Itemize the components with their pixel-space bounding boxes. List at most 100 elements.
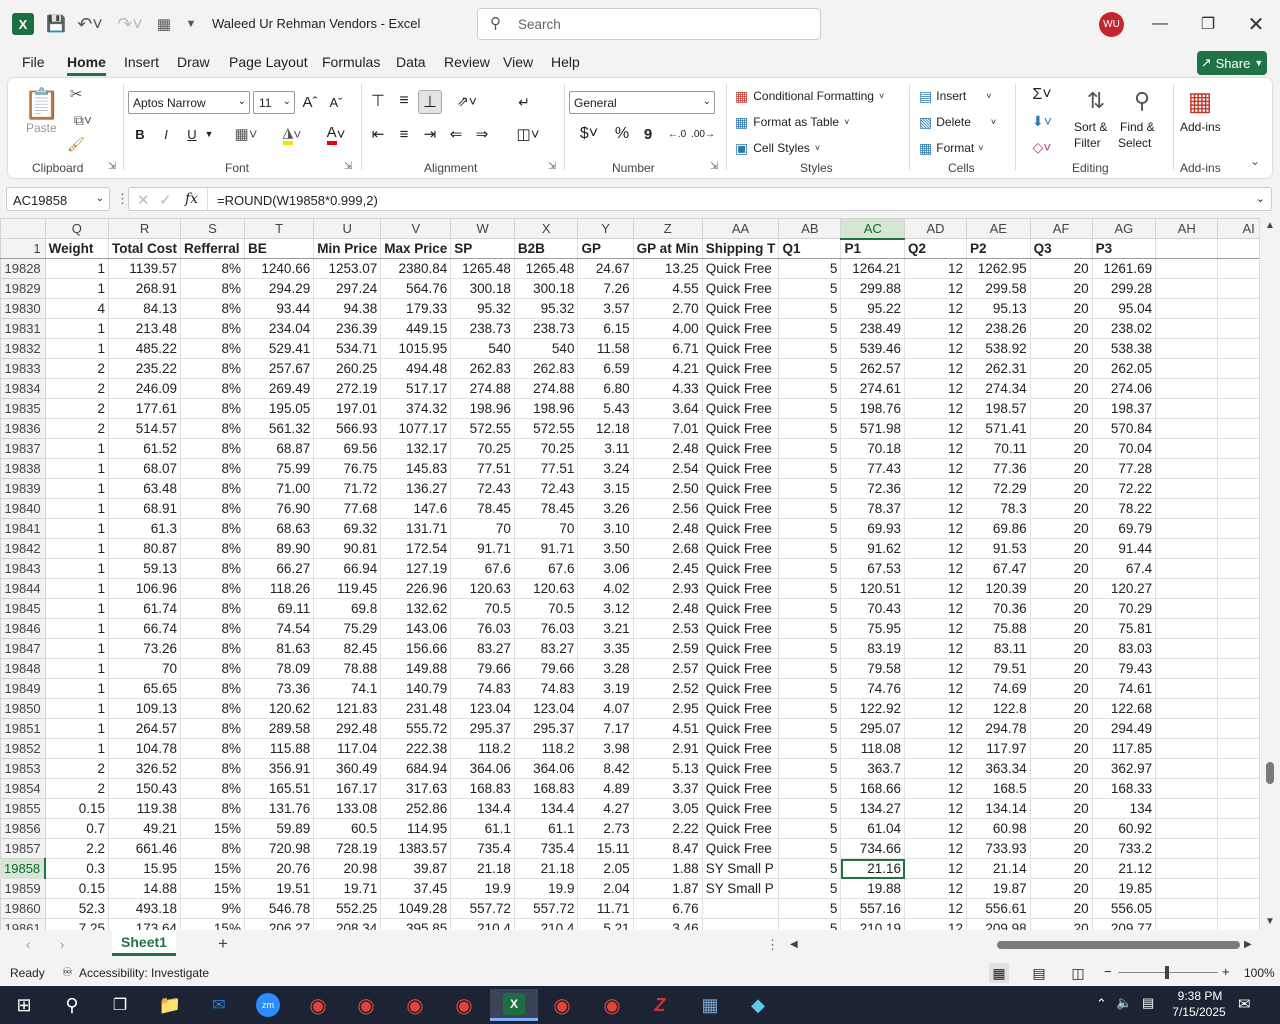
cell[interactable]: 4 xyxy=(44,298,110,319)
scroll-down-icon[interactable]: ▼ xyxy=(1265,916,1275,927)
cell[interactable]: 8.47 xyxy=(632,838,703,859)
cell[interactable]: 3.26 xyxy=(577,498,634,519)
cell[interactable]: 21.12 xyxy=(1091,858,1157,879)
cell[interactable]: 11.58 xyxy=(577,338,634,359)
cell[interactable]: 120.63 xyxy=(513,578,579,599)
cell[interactable]: Quick Free xyxy=(701,698,780,719)
cell[interactable]: 2.54 xyxy=(632,458,703,479)
row-header[interactable]: 19854 xyxy=(0,778,46,799)
cell[interactable]: 91.53 xyxy=(966,538,1031,559)
cell[interactable]: 3.35 xyxy=(577,638,634,659)
cell[interactable]: 8% xyxy=(180,538,245,559)
cell[interactable]: 67.6 xyxy=(513,558,579,579)
cell[interactable]: Quick Free xyxy=(701,778,780,799)
cell[interactable]: 8% xyxy=(180,718,245,739)
cell[interactable]: 118.26 xyxy=(243,578,315,599)
cell[interactable]: 295.37 xyxy=(513,718,579,739)
cell[interactable]: 15% xyxy=(180,878,245,899)
cell[interactable]: 246.09 xyxy=(108,378,182,399)
cell[interactable]: 1.87 xyxy=(632,878,703,899)
cell[interactable]: 1 xyxy=(44,538,110,559)
cell[interactable]: 118.2 xyxy=(513,738,579,759)
cell[interactable]: 12 xyxy=(904,318,968,339)
cell[interactable]: 3.15 xyxy=(577,478,634,499)
header-cell[interactable]: SP xyxy=(450,238,515,259)
cell[interactable]: 2.56 xyxy=(632,498,703,519)
row-header[interactable]: 19841 xyxy=(0,518,46,539)
clock-time[interactable]: 9:38 PM xyxy=(1170,989,1230,1003)
row-header[interactable]: 19851 xyxy=(0,718,46,739)
cell[interactable]: 156.66 xyxy=(380,638,452,659)
cell[interactable]: 77.51 xyxy=(450,458,515,479)
cell[interactable]: 1 xyxy=(44,338,110,359)
cell[interactable]: 118.2 xyxy=(450,738,515,759)
cell[interactable]: 12 xyxy=(904,498,968,519)
cell[interactable]: 61.04 xyxy=(840,818,906,839)
cell[interactable]: 15% xyxy=(180,918,245,930)
cell[interactable]: 493.18 xyxy=(108,898,182,919)
insert-function-icon[interactable]: fx xyxy=(185,191,198,207)
cell[interactable]: 2.91 xyxy=(632,738,703,759)
cell[interactable]: 274.34 xyxy=(966,378,1031,399)
cell[interactable]: 235.22 xyxy=(108,358,182,379)
cell[interactable]: 1 xyxy=(44,278,110,299)
cell[interactable]: 208.34 xyxy=(313,918,382,930)
orientation-icon[interactable]: ⇗˅ xyxy=(452,90,482,112)
cell[interactable]: 5 xyxy=(778,418,842,439)
cell[interactable] xyxy=(1155,698,1219,719)
cell[interactable]: Quick Free xyxy=(701,358,780,379)
cell[interactable] xyxy=(1155,538,1219,559)
cell[interactable]: 72.29 xyxy=(966,478,1031,499)
cell[interactable]: 2 xyxy=(44,378,110,399)
cell[interactable]: 72.43 xyxy=(450,478,515,499)
search-box[interactable]: ⚲ Search xyxy=(477,8,821,40)
cell[interactable]: 8% xyxy=(180,358,245,379)
cell[interactable] xyxy=(1155,618,1219,639)
cell[interactable]: 7.26 xyxy=(577,278,634,299)
cell[interactable]: 1 xyxy=(44,738,110,759)
cell[interactable]: 540 xyxy=(513,338,579,359)
cell[interactable]: 95.04 xyxy=(1091,298,1157,319)
wrap-text-icon[interactable]: ↵ xyxy=(512,90,536,114)
cell[interactable]: 20 xyxy=(1029,858,1093,879)
column-header[interactable]: AB xyxy=(778,218,842,239)
cell[interactable]: 8.42 xyxy=(577,758,634,779)
cell[interactable]: 12 xyxy=(904,358,968,379)
cell[interactable] xyxy=(1155,778,1219,799)
prev-sheet-icon[interactable]: ‹ xyxy=(26,937,30,952)
cell[interactable] xyxy=(1155,898,1219,919)
cell[interactable]: Quick Free xyxy=(701,518,780,539)
cell[interactable]: 83.19 xyxy=(840,638,906,659)
cell[interactable]: 1.88 xyxy=(632,858,703,879)
cell[interactable]: 5 xyxy=(778,358,842,379)
cell[interactable] xyxy=(1155,318,1219,339)
tab-draw[interactable]: Draw xyxy=(177,54,210,70)
cell[interactable]: 209.98 xyxy=(966,918,1031,930)
header-cell[interactable]: P2 xyxy=(966,238,1031,259)
cell[interactable]: 12 xyxy=(904,678,968,699)
cell[interactable]: 3.50 xyxy=(577,538,634,559)
cell[interactable]: Quick Free xyxy=(701,418,780,439)
find-select-icon[interactable]: ⚲ xyxy=(1122,84,1162,118)
cell[interactable]: 572.55 xyxy=(450,418,515,439)
cell[interactable]: 118.08 xyxy=(840,738,906,759)
format-as-table-button[interactable]: ▦ Format as Table ˅ xyxy=(735,112,849,132)
avatar[interactable]: WU xyxy=(1099,12,1124,37)
cell[interactable]: 20 xyxy=(1029,838,1093,859)
cell[interactable]: 60.98 xyxy=(966,818,1031,839)
cell[interactable]: 557.72 xyxy=(513,898,579,919)
cell[interactable]: 2.59 xyxy=(632,638,703,659)
cell[interactable]: 76.90 xyxy=(243,498,315,519)
cell[interactable]: 5 xyxy=(778,778,842,799)
cell[interactable]: 2380.84 xyxy=(380,258,452,279)
cell[interactable]: 274.61 xyxy=(840,378,906,399)
cell[interactable]: 120.39 xyxy=(966,578,1031,599)
cell[interactable]: 1 xyxy=(44,258,110,279)
cell[interactable]: 20 xyxy=(1029,798,1093,819)
cell[interactable]: 20 xyxy=(1029,518,1093,539)
column-header[interactable]: AH xyxy=(1155,218,1219,239)
cell[interactable]: 317.63 xyxy=(380,778,452,799)
dialog-launcher-icon[interactable]: ⇲ xyxy=(548,161,556,172)
cell[interactable]: 299.88 xyxy=(840,278,906,299)
font-size-select[interactable]: 11 ⌄ xyxy=(253,91,295,114)
